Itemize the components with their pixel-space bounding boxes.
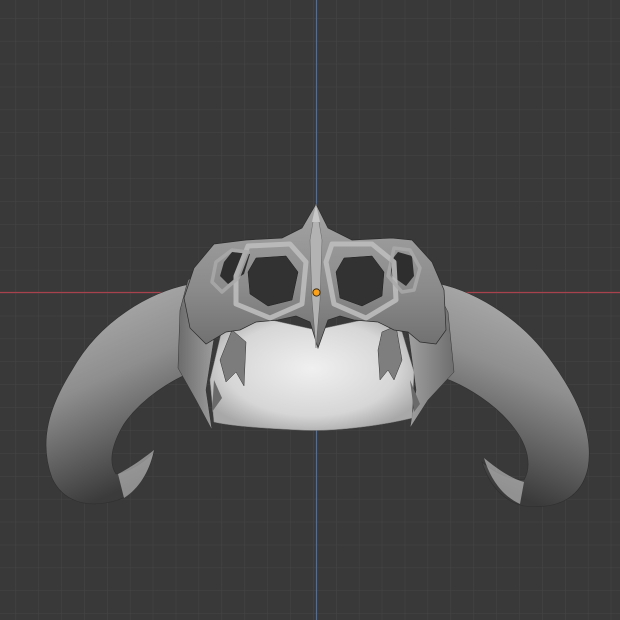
viewport-canvas[interactable] [0,0,620,620]
3d-viewport[interactable] [0,0,620,620]
object-origin-icon[interactable] [312,288,321,297]
right-inner-eye [335,255,385,307]
